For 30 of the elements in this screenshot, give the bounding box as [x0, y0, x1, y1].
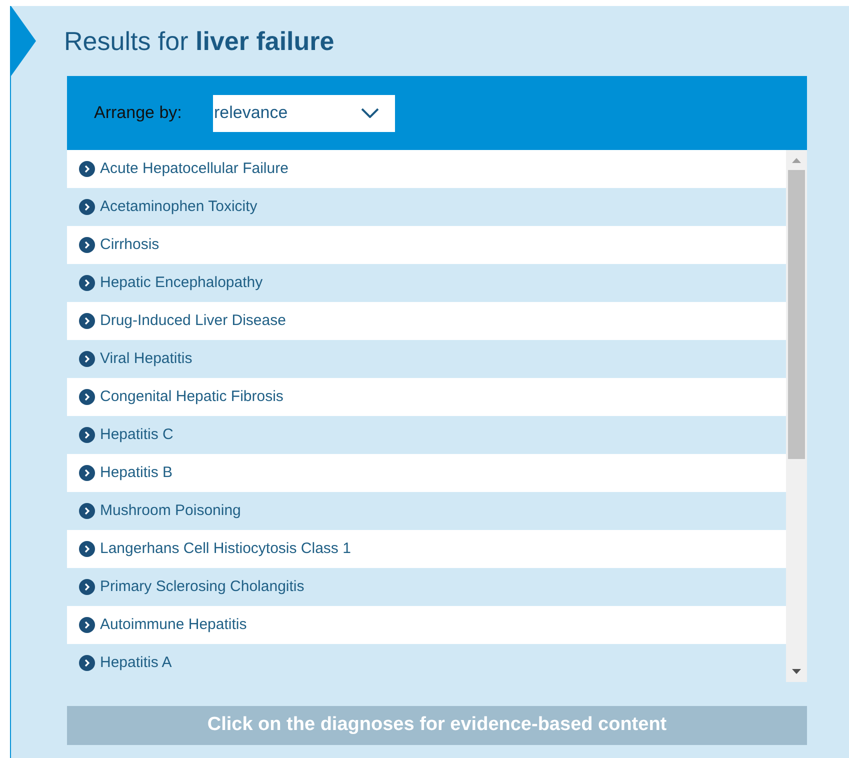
result-item[interactable]: Langerhans Cell Histiocytosis Class 1 [67, 530, 786, 568]
chevron-circle-icon [79, 237, 95, 253]
scrollbar[interactable] [786, 150, 807, 682]
chevron-circle-icon [79, 351, 95, 367]
chevron-circle-icon [79, 275, 95, 291]
chevron-circle-icon [79, 389, 95, 405]
scroll-up-icon[interactable] [792, 158, 801, 163]
result-item[interactable]: Acute Hepatocellular Failure [67, 150, 786, 188]
chevron-circle-icon [79, 541, 95, 557]
chevron-circle-icon [79, 617, 95, 633]
result-item[interactable]: Congenital Hepatic Fibrosis [67, 378, 786, 416]
sort-dropdown[interactable]: relevance [213, 94, 395, 132]
chevron-circle-icon [79, 579, 95, 595]
hint-text: Click on the diagnoses for evidence-based content [207, 713, 667, 738]
chevron-down-icon [361, 108, 379, 118]
scroll-thumb[interactable] [788, 170, 805, 459]
scroll-down-icon[interactable] [792, 669, 801, 674]
chevron-circle-icon [79, 199, 95, 215]
arrange-label: Arrange by: [94, 102, 183, 124]
result-item[interactable]: Autoimmune Hepatitis [67, 606, 786, 644]
result-item[interactable]: Hepatitis B [67, 454, 786, 492]
chevron-circle-icon [79, 465, 95, 481]
result-item[interactable]: Cirrhosis [67, 226, 786, 264]
chevron-circle-icon [79, 161, 95, 177]
chevron-circle-icon [79, 503, 95, 519]
chevron-circle-icon [79, 313, 95, 329]
results-heading: Results for liver failure [64, 25, 334, 58]
chevron-circle-icon [79, 427, 95, 443]
chevron-circle-icon [79, 655, 95, 671]
result-item[interactable]: Drug-Induced Liver Disease [67, 302, 786, 340]
